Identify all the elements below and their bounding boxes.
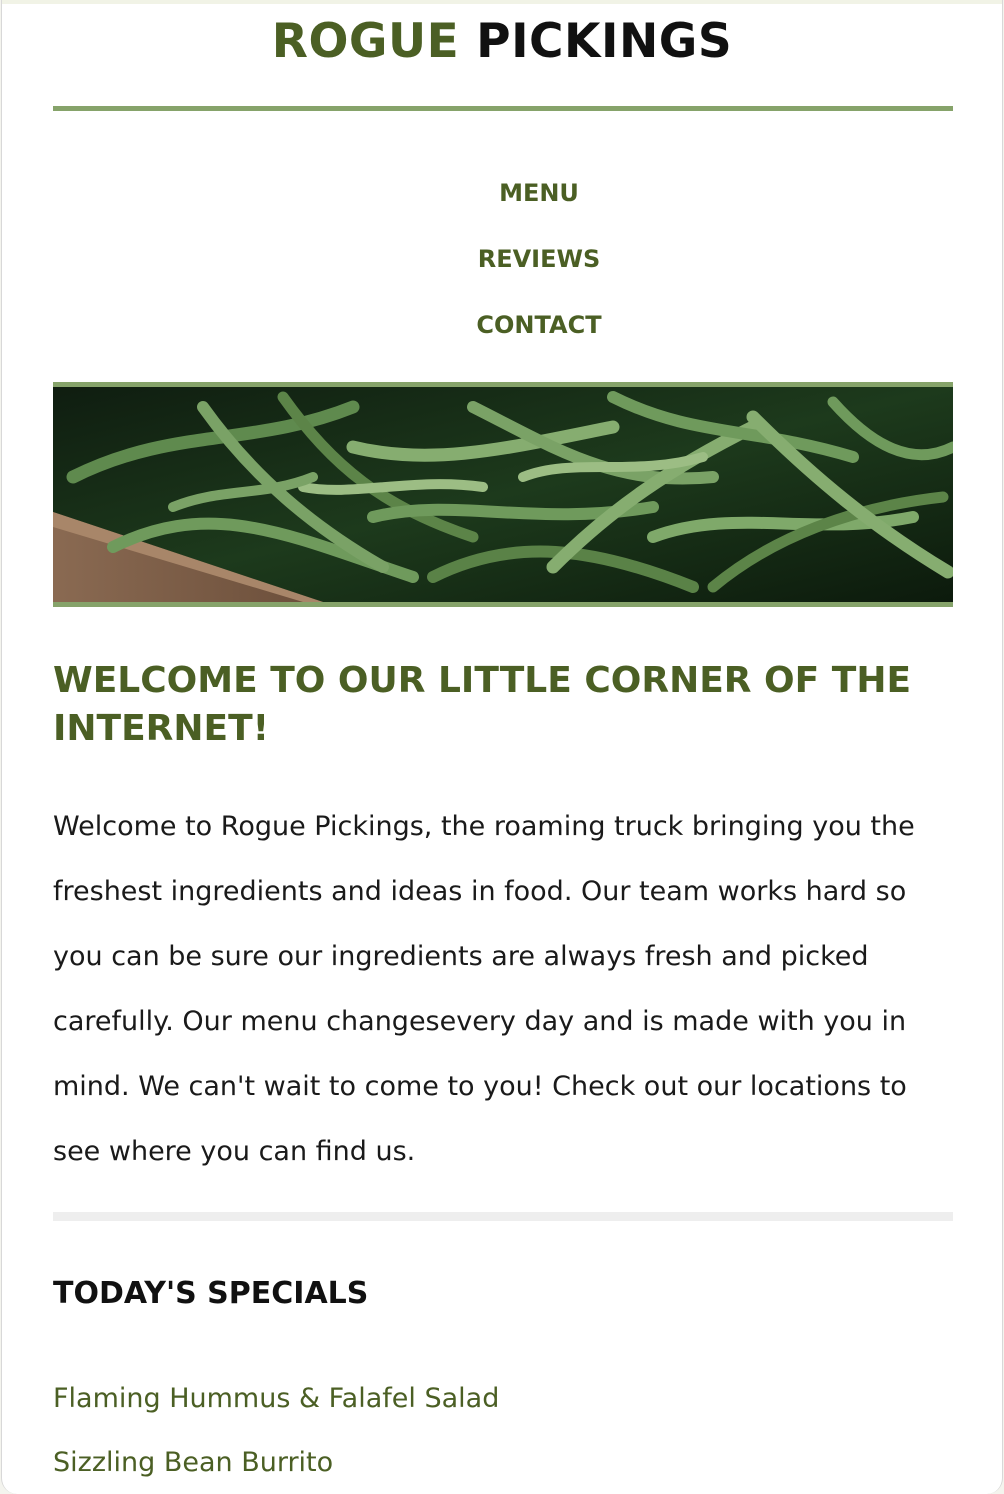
section-divider xyxy=(53,1212,953,1221)
hero-image xyxy=(53,382,953,607)
top-strip xyxy=(2,0,1002,4)
site-logo[interactable]: ROGUE PICKINGS xyxy=(2,12,1002,72)
green-beans-image xyxy=(53,387,953,602)
logo-word-pickings: PICKINGS xyxy=(476,14,733,69)
nav-link-reviews[interactable]: REVIEWS xyxy=(76,226,1002,292)
specials-heading: TODAY'S SPECIALS xyxy=(53,1276,369,1311)
special-item: Flaming Hummus & Falafel Salad xyxy=(53,1383,500,1414)
specials-list: Flaming Hummus & Falafel Salad Sizzling … xyxy=(53,1367,499,1494)
logo-word-rogue: ROGUE xyxy=(271,14,460,69)
main-nav: MENU REVIEWS CONTACT xyxy=(2,160,1002,358)
page: ROGUE PICKINGS MENU REVIEWS CONTACT WELC… xyxy=(1,0,1003,1494)
header-divider xyxy=(53,106,953,111)
welcome-paragraph: Welcome to Rogue Pickings, the roaming t… xyxy=(53,811,915,1167)
nav-link-contact[interactable]: CONTACT xyxy=(76,292,1002,358)
nav-link-menu[interactable]: MENU xyxy=(76,160,1002,226)
welcome-heading: WELCOME TO OUR LITTLE CORNER OF THE INTE… xyxy=(53,660,912,749)
special-item: Sizzling Bean Burrito xyxy=(53,1447,334,1478)
